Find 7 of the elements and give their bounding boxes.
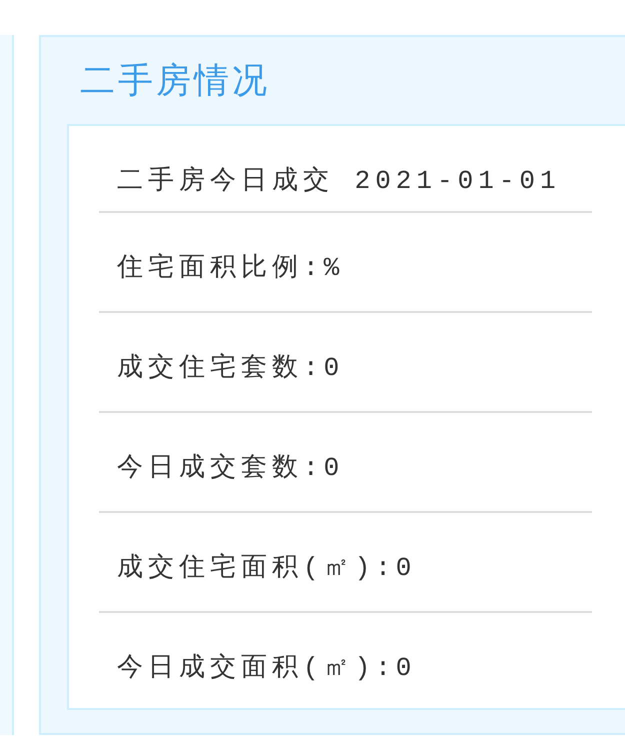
info-row-text: 二手房今日成交 2021-01-01 [117,166,561,196]
info-row-text: 成交住宅套数:0 [117,353,344,383]
info-row-text: 住宅面积比例:% [117,253,344,283]
info-row-text: 今日成交套数:0 [117,453,344,483]
panel-title: 二手房情况 [80,61,270,100]
info-row-text: 今日成交面积(㎡):0 [117,653,416,683]
info-row-text: 成交住宅面积(㎡):0 [117,553,416,583]
